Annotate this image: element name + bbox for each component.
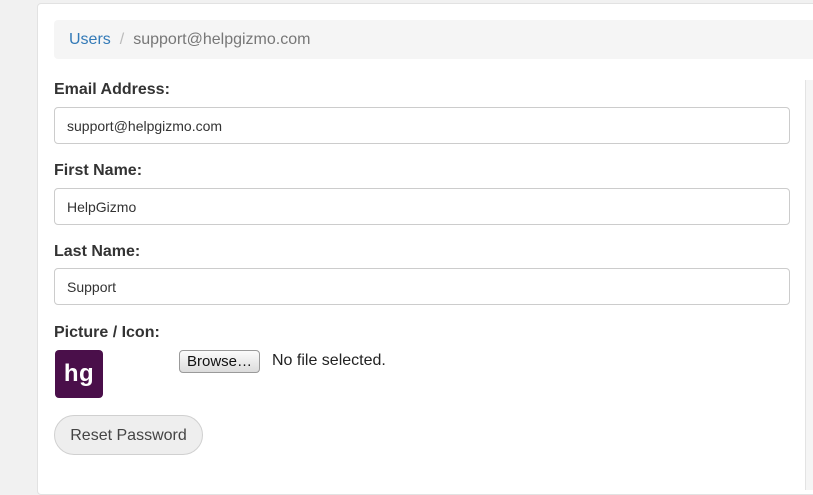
file-status-text: No file selected. [272, 352, 386, 369]
email-field[interactable] [54, 107, 790, 144]
first-name-label: First Name: [54, 162, 143, 179]
avatar: hg [55, 350, 103, 398]
side-panel-edge [805, 80, 813, 490]
picture-label: Picture / Icon: [54, 324, 160, 341]
breadcrumb: Users / support@helpgizmo.com [54, 20, 813, 59]
last-name-field[interactable] [54, 268, 790, 305]
last-name-label: Last Name: [54, 243, 141, 260]
email-label: Email Address: [54, 81, 170, 98]
breadcrumb-link-users[interactable]: Users [69, 31, 111, 48]
breadcrumb-separator: / [119, 31, 125, 48]
breadcrumb-current: support@helpgizmo.com [133, 31, 311, 48]
reset-password-button[interactable]: Reset Password [54, 415, 203, 455]
first-name-field[interactable] [54, 188, 790, 225]
browse-button[interactable]: Browse… [179, 350, 261, 373]
